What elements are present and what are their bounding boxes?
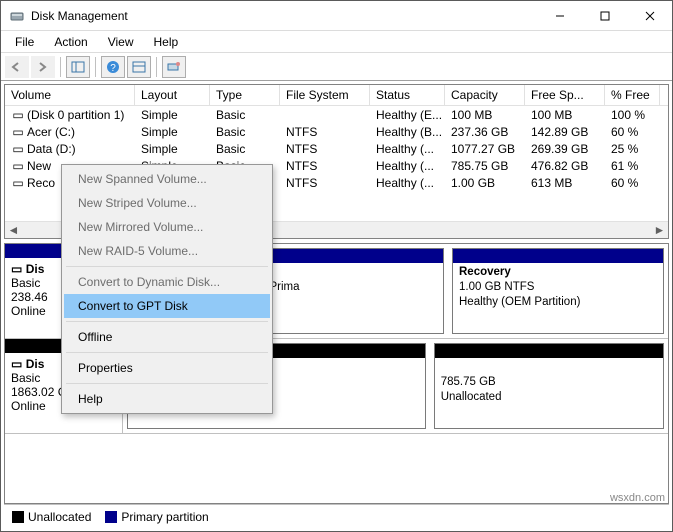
volume-icon: ▭ <box>11 142 25 156</box>
window-title: Disk Management <box>31 9 537 23</box>
volume-icon: ▭ <box>11 125 25 139</box>
volume-icon: ▭ <box>11 159 25 173</box>
maximize-button[interactable] <box>582 1 627 30</box>
toolbar: ? <box>1 53 672 81</box>
toolbar-settings-button[interactable] <box>162 56 186 78</box>
table-row[interactable]: ▭Acer (C:)SimpleBasicNTFSHealthy (B...23… <box>5 123 668 140</box>
legend-swatch-unallocated <box>12 511 24 523</box>
toolbar-view-button[interactable] <box>66 56 90 78</box>
toolbar-separator <box>60 57 61 77</box>
partition-recovery[interactable]: Recovery 1.00 GB NTFS Healthy (OEM Parti… <box>452 248 664 334</box>
watermark: wsxdn.com <box>610 492 665 504</box>
col-pct[interactable]: % Free <box>605 85 660 105</box>
titlebar: Disk Management <box>1 1 672 31</box>
forward-button[interactable] <box>31 56 55 78</box>
col-type[interactable]: Type <box>210 85 280 105</box>
col-capacity[interactable]: Capacity <box>445 85 525 105</box>
col-filesystem[interactable]: File System <box>280 85 370 105</box>
table-row[interactable]: ▭(Disk 0 partition 1)SimpleBasicHealthy … <box>5 106 668 123</box>
volume-headers: Volume Layout Type File System Status Ca… <box>5 85 668 106</box>
toolbar-separator <box>95 57 96 77</box>
toolbar-list-button[interactable] <box>127 56 151 78</box>
context-menu-item: New Striped Volume... <box>64 191 270 215</box>
context-menu: New Spanned Volume...New Striped Volume.… <box>61 164 273 414</box>
scroll-right-icon[interactable]: ► <box>651 222 668 239</box>
col-free[interactable]: Free Sp... <box>525 85 605 105</box>
legend: Unallocated Primary partition <box>4 504 669 528</box>
context-menu-item[interactable]: Offline <box>64 325 270 349</box>
table-row[interactable]: ▭Data (D:)SimpleBasicNTFSHealthy (...107… <box>5 140 668 157</box>
context-menu-item: New Spanned Volume... <box>64 167 270 191</box>
volume-icon: ▭ <box>11 176 25 190</box>
context-menu-item: New RAID-5 Volume... <box>64 239 270 263</box>
col-volume[interactable]: Volume <box>5 85 135 105</box>
scroll-left-icon[interactable]: ◄ <box>5 222 22 239</box>
context-menu-item[interactable]: Help <box>64 387 270 411</box>
col-layout[interactable]: Layout <box>135 85 210 105</box>
svg-text:?: ? <box>110 63 116 74</box>
context-menu-item: New Mirrored Volume... <box>64 215 270 239</box>
help-button[interactable]: ? <box>101 56 125 78</box>
menu-help[interactable]: Help <box>144 33 189 51</box>
back-button[interactable] <box>5 56 29 78</box>
menu-file[interactable]: File <box>5 33 44 51</box>
toolbar-separator <box>156 57 157 77</box>
menu-action[interactable]: Action <box>44 33 97 51</box>
context-menu-item[interactable]: Convert to GPT Disk <box>64 294 270 318</box>
disk-icon: ▭ <box>11 357 22 371</box>
window: Disk Management File Action View Help ? … <box>0 0 673 532</box>
menu-view[interactable]: View <box>98 33 144 51</box>
context-menu-item: Convert to Dynamic Disk... <box>64 270 270 294</box>
close-button[interactable] <box>627 1 672 30</box>
col-status[interactable]: Status <box>370 85 445 105</box>
context-menu-item[interactable]: Properties <box>64 356 270 380</box>
volume-icon: ▭ <box>11 108 25 122</box>
menubar: File Action View Help <box>1 31 672 53</box>
legend-swatch-primary <box>105 511 117 523</box>
partition-unallocated[interactable]: 785.75 GB Unallocated <box>434 343 664 429</box>
app-icon <box>9 8 25 24</box>
disk-icon: ▭ <box>11 262 22 276</box>
minimize-button[interactable] <box>537 1 582 30</box>
